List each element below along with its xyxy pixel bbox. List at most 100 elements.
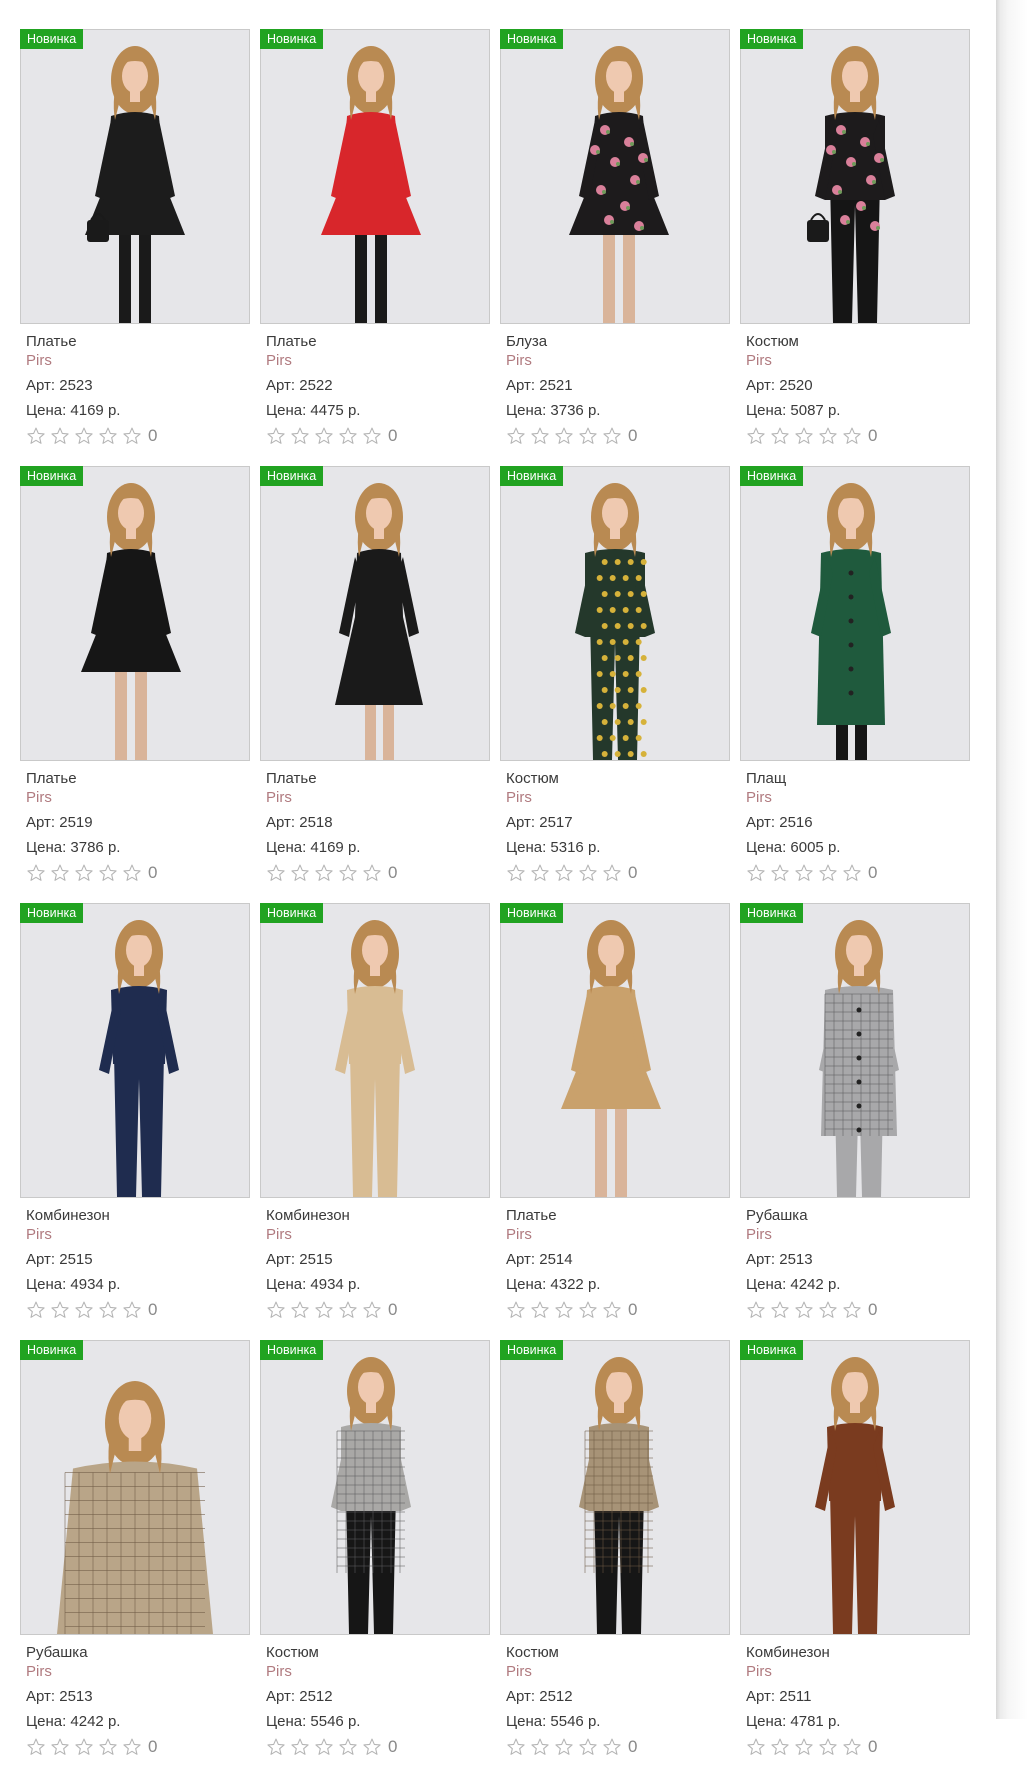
product-image[interactable]: [740, 466, 970, 761]
product-name[interactable]: Костюм: [506, 1643, 637, 1662]
rating-star-icon[interactable]: [98, 1737, 118, 1757]
rating-star-icon[interactable]: [506, 426, 526, 446]
product-image[interactable]: [500, 466, 730, 761]
rating-star-icon[interactable]: [314, 426, 334, 446]
product-brand[interactable]: Pirs: [746, 1225, 877, 1244]
rating-star-icon[interactable]: [290, 426, 310, 446]
rating-star-icon[interactable]: [602, 863, 622, 883]
product-name[interactable]: Комбинезон: [266, 1206, 397, 1225]
rating-star-icon[interactable]: [122, 1737, 142, 1757]
rating-star-icon[interactable]: [578, 426, 598, 446]
rating-star-icon[interactable]: [506, 863, 526, 883]
rating-star-icon[interactable]: [602, 426, 622, 446]
product-name[interactable]: Платье: [266, 769, 397, 788]
rating-star-icon[interactable]: [530, 863, 550, 883]
product-card[interactable]: Новинка Плащ Pirs Арт: 2516 Цена: 6005 р…: [740, 466, 970, 896]
product-card[interactable]: Новинка Комбинезон Pirs Арт: 2511 Цена: …: [740, 1340, 970, 1770]
rating-star-icon[interactable]: [530, 1737, 550, 1757]
rating-star-icon[interactable]: [362, 863, 382, 883]
product-name[interactable]: Платье: [266, 332, 397, 351]
rating-star-icon[interactable]: [794, 863, 814, 883]
rating-star-icon[interactable]: [362, 1737, 382, 1757]
product-name[interactable]: Комбинезон: [26, 1206, 157, 1225]
product-image[interactable]: [20, 903, 250, 1198]
rating-star-icon[interactable]: [554, 1737, 574, 1757]
rating-star-icon[interactable]: [746, 1300, 766, 1320]
rating-star-icon[interactable]: [50, 1300, 70, 1320]
product-card[interactable]: Новинка Платье Pirs Арт: 2522 Цена: 4475…: [260, 29, 490, 459]
product-brand[interactable]: Pirs: [506, 788, 637, 807]
product-image[interactable]: [20, 29, 250, 324]
rating-star-icon[interactable]: [26, 426, 46, 446]
product-image[interactable]: [260, 466, 490, 761]
product-image[interactable]: [740, 903, 970, 1198]
rating-star-icon[interactable]: [122, 863, 142, 883]
product-image[interactable]: [20, 1340, 250, 1635]
rating-star-icon[interactable]: [746, 1737, 766, 1757]
product-card[interactable]: Новинка Рубашка Pirs Арт: 2513 Цена: 424…: [20, 1340, 250, 1770]
product-name[interactable]: Блуза: [506, 332, 637, 351]
rating-star-icon[interactable]: [74, 863, 94, 883]
rating-star-icon[interactable]: [338, 1737, 358, 1757]
rating-star-icon[interactable]: [362, 1300, 382, 1320]
rating-star-icon[interactable]: [98, 426, 118, 446]
product-image[interactable]: [740, 1340, 970, 1635]
product-card[interactable]: Новинка Блуза Pirs Арт: 2521 Цена: 3736 …: [500, 29, 730, 459]
rating-star-icon[interactable]: [818, 863, 838, 883]
rating-star-icon[interactable]: [506, 1737, 526, 1757]
rating-star-icon[interactable]: [770, 1737, 790, 1757]
rating-star-icon[interactable]: [314, 863, 334, 883]
product-brand[interactable]: Pirs: [746, 788, 877, 807]
rating-star-icon[interactable]: [746, 426, 766, 446]
rating-star-icon[interactable]: [818, 1737, 838, 1757]
rating-star-icon[interactable]: [842, 1737, 862, 1757]
product-name[interactable]: Костюм: [266, 1643, 397, 1662]
rating-star-icon[interactable]: [818, 426, 838, 446]
rating-star-icon[interactable]: [770, 1300, 790, 1320]
rating-star-icon[interactable]: [314, 1737, 334, 1757]
rating-star-icon[interactable]: [554, 1300, 574, 1320]
rating-star-icon[interactable]: [770, 863, 790, 883]
product-image[interactable]: [260, 29, 490, 324]
rating-star-icon[interactable]: [98, 1300, 118, 1320]
product-brand[interactable]: Pirs: [506, 1225, 637, 1244]
product-name[interactable]: Платье: [506, 1206, 637, 1225]
rating-star-icon[interactable]: [50, 1737, 70, 1757]
rating-star-icon[interactable]: [842, 863, 862, 883]
product-name[interactable]: Рубашка: [746, 1206, 877, 1225]
product-name[interactable]: Платье: [26, 332, 157, 351]
rating-star-icon[interactable]: [74, 426, 94, 446]
product-brand[interactable]: Pirs: [26, 1225, 157, 1244]
product-image[interactable]: [740, 29, 970, 324]
rating-star-icon[interactable]: [770, 426, 790, 446]
rating-star-icon[interactable]: [602, 1737, 622, 1757]
rating-star-icon[interactable]: [26, 1300, 46, 1320]
rating-star-icon[interactable]: [338, 1300, 358, 1320]
rating-star-icon[interactable]: [578, 1300, 598, 1320]
rating-star-icon[interactable]: [578, 1737, 598, 1757]
rating-star-icon[interactable]: [842, 426, 862, 446]
rating-star-icon[interactable]: [74, 1300, 94, 1320]
product-card[interactable]: Новинка Платье Pirs Арт: 2514 Цена: 4322…: [500, 903, 730, 1333]
rating-star-icon[interactable]: [266, 426, 286, 446]
rating-star-icon[interactable]: [530, 426, 550, 446]
product-card[interactable]: Новинка Комбинезон Pirs Арт: 2515 Цена: …: [20, 903, 250, 1333]
product-name[interactable]: Костюм: [506, 769, 637, 788]
rating-star-icon[interactable]: [554, 863, 574, 883]
rating-star-icon[interactable]: [74, 1737, 94, 1757]
product-card[interactable]: Новинка Костюм Pirs Арт: 2512 Цена: 5546…: [260, 1340, 490, 1770]
product-brand[interactable]: Pirs: [26, 1662, 157, 1681]
product-brand[interactable]: Pirs: [26, 788, 157, 807]
product-name[interactable]: Рубашка: [26, 1643, 157, 1662]
product-image[interactable]: [260, 903, 490, 1198]
rating-star-icon[interactable]: [122, 1300, 142, 1320]
rating-star-icon[interactable]: [794, 1737, 814, 1757]
rating-star-icon[interactable]: [794, 426, 814, 446]
rating-star-icon[interactable]: [50, 426, 70, 446]
product-brand[interactable]: Pirs: [506, 351, 637, 370]
rating-star-icon[interactable]: [794, 1300, 814, 1320]
product-card[interactable]: Новинка Костюм Pirs Арт: 2517 Цена: 5316…: [500, 466, 730, 896]
product-card[interactable]: Новинка Костюм Pirs Арт: 2512 Цена: 5546…: [500, 1340, 730, 1770]
product-image[interactable]: [260, 1340, 490, 1635]
rating-star-icon[interactable]: [122, 426, 142, 446]
